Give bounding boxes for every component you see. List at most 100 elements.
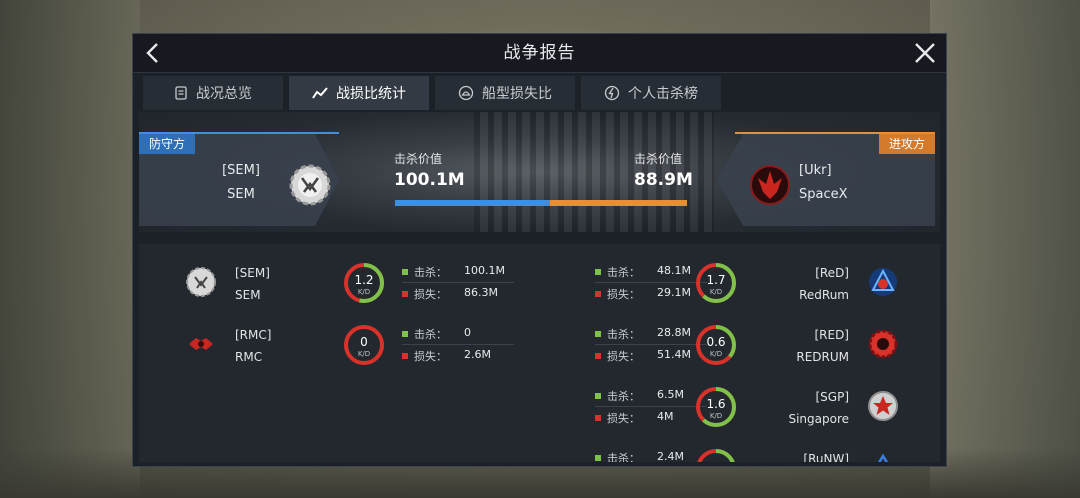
ship-icon bbox=[458, 85, 474, 101]
alliance-name: SEM bbox=[235, 288, 261, 302]
stat-divider bbox=[595, 282, 707, 283]
stat-divider bbox=[595, 406, 707, 407]
kd-label: K/D bbox=[357, 288, 371, 296]
redrum2-emblem-icon bbox=[868, 329, 898, 359]
kills-marker bbox=[595, 331, 601, 337]
kills-value: 48.1M bbox=[657, 264, 691, 277]
tab-loss-ratio-label: 战损比统计 bbox=[336, 86, 406, 102]
kills-label: 击杀： bbox=[607, 390, 640, 403]
attacker-kill-value: 88.9M bbox=[634, 170, 693, 190]
attacker-tag: [Ukr] bbox=[799, 163, 832, 178]
alliance-tag: [RMC] bbox=[235, 328, 272, 342]
losses-marker bbox=[595, 415, 601, 421]
background-left bbox=[0, 0, 140, 498]
stat-divider bbox=[402, 282, 514, 283]
tab-ship-loss-label: 船型损失比 bbox=[482, 86, 552, 102]
rmc-emblem-icon bbox=[189, 338, 213, 350]
losses-marker bbox=[402, 353, 408, 359]
losses-marker bbox=[402, 291, 408, 297]
kill-value-bar bbox=[395, 200, 687, 206]
kills-value: 100.1M bbox=[464, 264, 505, 277]
losses-value: 2.6M bbox=[464, 348, 491, 361]
kd-label: K/D bbox=[709, 288, 723, 296]
runw-emblem-icon bbox=[877, 453, 889, 462]
kills-label: 击杀： bbox=[607, 328, 640, 341]
kills-value: 2.4M bbox=[657, 450, 684, 462]
kills-value: 6.5M bbox=[657, 388, 684, 401]
alliance-tag: [RuNW] bbox=[803, 452, 849, 462]
tab-bar: 战况总览 战损比统计 船型损失比 个人击杀榜 bbox=[143, 76, 938, 110]
stat-divider bbox=[595, 344, 707, 345]
tab-ship-loss[interactable]: 船型损失比 bbox=[435, 76, 575, 110]
loss-ratio-panel: 防守方 进攻方 [SEM] SEM 击杀价值 100.1M 击杀价值 88.9M… bbox=[139, 112, 940, 462]
close-button[interactable] bbox=[912, 40, 938, 66]
alliance-name: RMC bbox=[235, 350, 263, 364]
alliance-tag: [RED] bbox=[814, 328, 849, 342]
kd-ring bbox=[695, 448, 737, 462]
title-bar: 战争报告 bbox=[133, 34, 946, 73]
tab-personal-kills[interactable]: 个人击杀榜 bbox=[581, 76, 721, 110]
window-title: 战争报告 bbox=[503, 43, 576, 63]
losses-value: 86.3M bbox=[464, 286, 498, 299]
kd-value: 1.2 bbox=[354, 273, 374, 287]
kd-value: 0 bbox=[360, 335, 368, 349]
kills-value: 28.8M bbox=[657, 326, 691, 339]
kd-label: K/D bbox=[709, 350, 723, 358]
alliance-tag: [SEM] bbox=[235, 266, 270, 280]
kills-label: 击杀： bbox=[414, 266, 447, 279]
kd-ring: 1.2 K/D bbox=[343, 262, 385, 304]
sem-emblem-icon bbox=[289, 164, 331, 206]
kd-value: 1.7 bbox=[706, 273, 726, 287]
kd-label: K/D bbox=[709, 412, 723, 420]
defender-name: SEM bbox=[227, 187, 255, 202]
kills-marker bbox=[595, 393, 601, 399]
kills-value: 0 bbox=[464, 326, 471, 339]
alliance-tag: [SGP] bbox=[815, 390, 849, 404]
losses-marker bbox=[595, 353, 601, 359]
close-icon bbox=[915, 43, 935, 63]
tab-loss-ratio[interactable]: 战损比统计 bbox=[289, 76, 429, 110]
kd-ring: 0 K/D bbox=[343, 324, 385, 366]
background-right bbox=[930, 0, 1080, 498]
losses-label: 损失： bbox=[607, 350, 640, 363]
defender-kill-value: 100.1M bbox=[394, 170, 465, 190]
attacker-role-label: 进攻方 bbox=[878, 134, 935, 154]
war-report-window: 战争报告 战况总览 战损比统计 船型损失比 个人击杀榜 防守方 进攻方 [SEM… bbox=[132, 33, 947, 467]
kd-ring: 1.6 K/D bbox=[695, 386, 737, 428]
kills-marker bbox=[402, 331, 408, 337]
defender-bar-fill bbox=[395, 200, 550, 206]
singapore-emblem-icon bbox=[868, 391, 898, 421]
alliance-name: REDRUM bbox=[796, 350, 849, 364]
sem-emblem-icon bbox=[186, 267, 216, 297]
losses-value: 51.4M bbox=[657, 348, 691, 361]
redrum-emblem-icon bbox=[869, 268, 897, 296]
tab-personal-kills-label: 个人击杀榜 bbox=[628, 86, 698, 102]
losses-label: 损失： bbox=[414, 350, 447, 363]
losses-value: 4M bbox=[657, 410, 674, 423]
kills-label: 击杀： bbox=[607, 266, 640, 279]
kd-value: 1.6 bbox=[706, 397, 726, 411]
alliance-name: Singapore bbox=[788, 412, 849, 426]
losses-label: 损失： bbox=[607, 412, 640, 425]
kills-marker bbox=[402, 269, 408, 275]
kd-label: K/D bbox=[357, 350, 371, 358]
attacker-name: SpaceX bbox=[799, 187, 848, 202]
summary-banner: 防守方 进攻方 [SEM] SEM 击杀价值 100.1M 击杀价值 88.9M… bbox=[139, 112, 940, 244]
losses-marker bbox=[595, 291, 601, 297]
losses-value: 29.1M bbox=[657, 286, 691, 299]
attacker-bar-fill bbox=[550, 200, 687, 206]
kills-label: 击杀： bbox=[414, 328, 447, 341]
kills-marker bbox=[595, 455, 601, 461]
lightning-icon bbox=[604, 85, 620, 101]
kd-ring: 0.6 K/D bbox=[695, 324, 737, 366]
document-icon bbox=[175, 86, 187, 100]
trend-line-icon bbox=[312, 87, 328, 99]
kd-ring: 1.7 K/D bbox=[695, 262, 737, 304]
alliance-tag: [ReD] bbox=[815, 266, 849, 280]
defender-kill-value-label: 击杀价值 bbox=[394, 152, 443, 166]
defender-role-label: 防守方 bbox=[139, 134, 196, 154]
spacex-emblem-icon bbox=[750, 165, 790, 205]
tab-overview[interactable]: 战况总览 bbox=[143, 76, 283, 110]
defender-tag: [SEM] bbox=[222, 163, 260, 178]
kd-value: 0.6 bbox=[706, 335, 726, 349]
